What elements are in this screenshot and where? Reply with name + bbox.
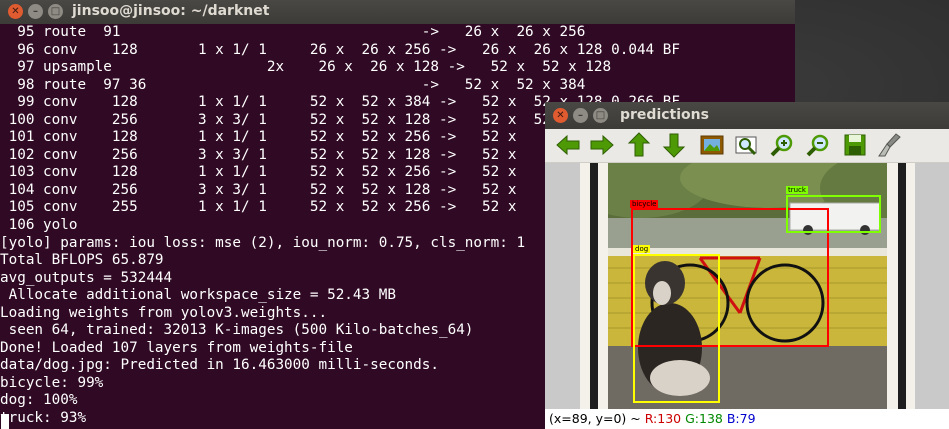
dog-label: dog [633,245,651,253]
maximize-button[interactable]: □ [48,4,63,19]
minimize-button[interactable]: – [28,4,43,19]
terminal-titlebar[interactable]: ✕ – □ jinsoo@jinsoo: ~/darknet [0,0,795,24]
cursor-coords: (x=89, y=0) ~ [549,411,641,426]
image-icon[interactable] [698,132,726,158]
red-value: R:130 [644,411,682,426]
truck-label: truck [786,186,808,194]
green-value: G:138 [685,411,723,426]
pixel-status-bar: (x=89, y=0) ~ R:130 G:138 B:79 [545,409,949,429]
image-toolbar [545,129,949,163]
image-canvas[interactable]: bicycle truck dog [545,163,949,409]
arrow-right-icon[interactable] [588,132,616,158]
blue-value: B:79 [726,411,756,426]
brush-icon[interactable] [876,132,904,158]
maximize-button[interactable]: □ [593,108,608,123]
zoom-fit-icon[interactable] [733,132,761,158]
zoom-in-icon[interactable] [769,132,797,158]
arrow-down-icon[interactable] [660,132,688,158]
arrow-left-icon[interactable] [554,132,582,158]
arrow-up-icon[interactable] [625,132,653,158]
terminal-line: 98 route 97 36 -> 52 x 52 x 384 [0,76,586,93]
minimize-button[interactable]: – [573,108,588,123]
terminal-cursor [1,414,9,429]
save-icon[interactable] [841,132,869,158]
zoom-out-icon[interactable] [805,132,833,158]
predictions-window[interactable]: ✕ – □ predictions bicycle truck dog (x=8… [545,102,949,429]
bicycle-label: bicycle [630,200,659,208]
terminal-line: 95 route 91 -> 26 x 26 x 256 [0,24,586,40]
predictions-title: predictions [620,107,709,123]
terminal-line: 96 conv 128 1 x 1/ 1 26 x 26 x 256 -> 26… [0,41,680,58]
terminal-line: 97 upsample 2x 26 x 26 x 128 -> 52 x 52 … [0,59,612,76]
close-button[interactable]: ✕ [8,4,23,19]
close-button[interactable]: ✕ [553,108,568,123]
predictions-titlebar[interactable]: ✕ – □ predictions [545,102,949,129]
terminal-title: jinsoo@jinsoo: ~/darknet [72,3,270,19]
